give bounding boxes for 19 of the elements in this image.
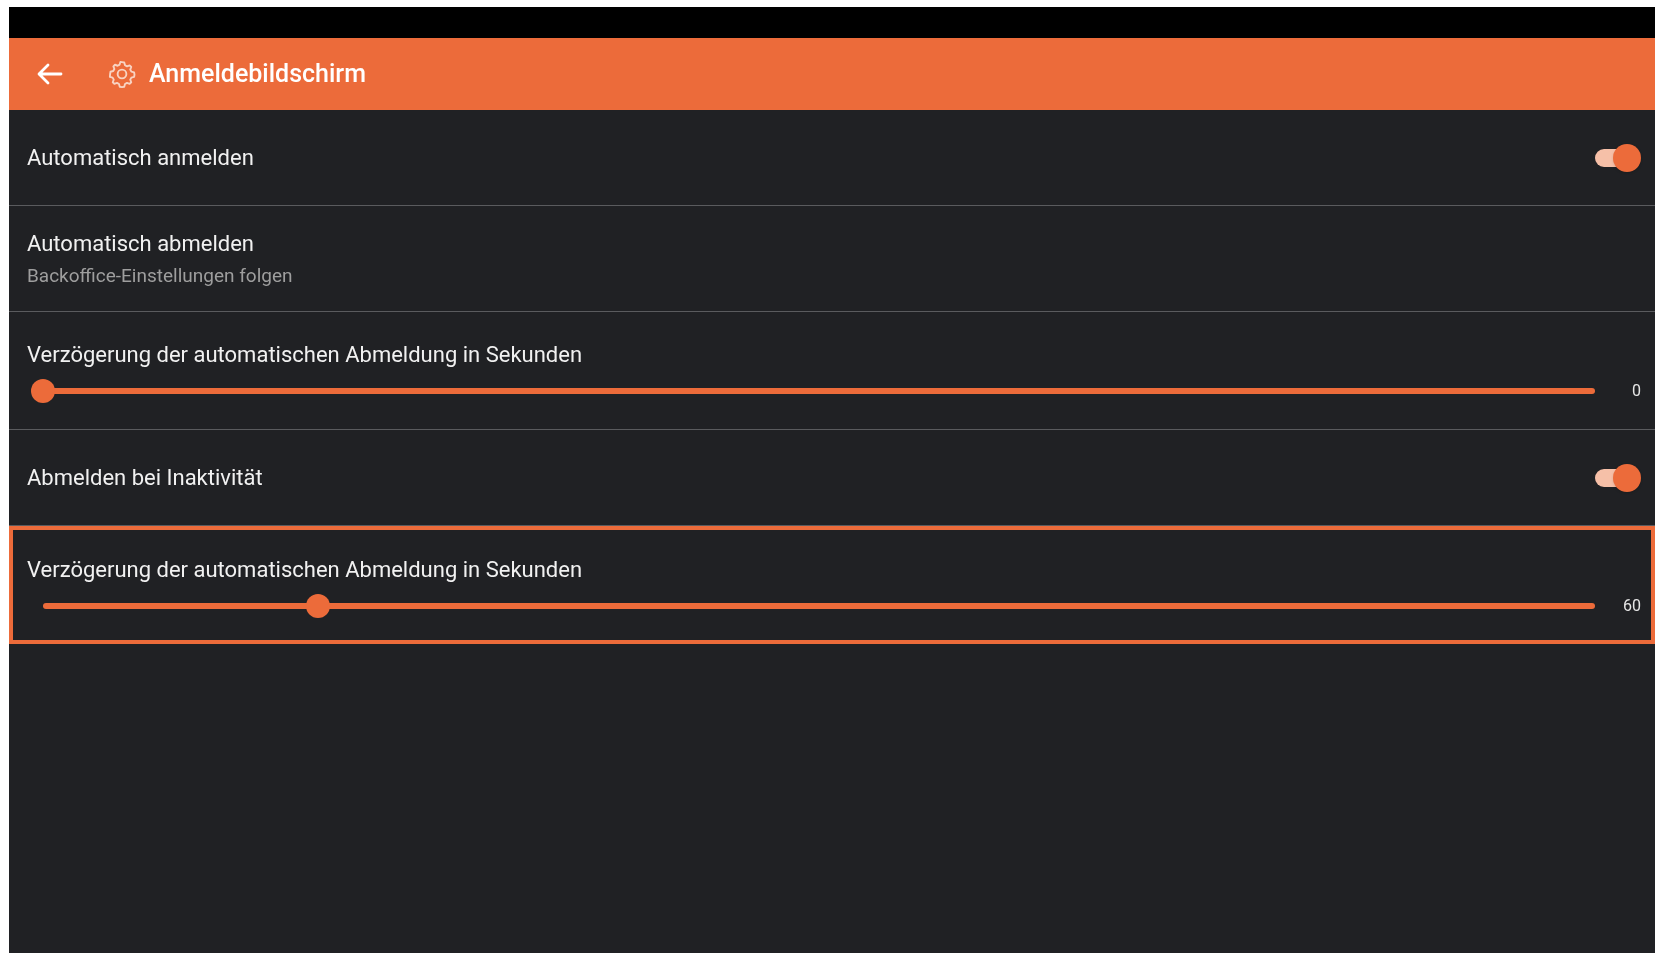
setting-row[interactable]: Verzögerung der automatischen Abmeldung in Sekunden 60 [9,526,1655,644]
setting-summary: Backoffice-Einstellungen folgen [27,262,294,289]
slider-value: 60 [1622,594,1641,617]
setting-row[interactable]: Verzögerung der automatischen Abmeldung in Sekunden 0 [9,312,1655,430]
setting-label: Verzögerung der automatischen Abmeldung in Sekunden [27,555,584,584]
setting-row[interactable]: Automatisch abmelden Backoffice-Einstellungen folgen [9,206,1655,312]
toggle-switch[interactable] [1593,463,1641,492]
setting-row[interactable]: Abmelden bei Inaktivität [9,430,1655,526]
setting-label: Abmelden bei Inaktivität [27,464,263,492]
gear-icon [107,59,137,89]
setting-label: Automatisch anmelden [27,144,254,172]
back-arrow-icon[interactable] [37,63,63,85]
setting-row[interactable]: Automatisch anmelden [9,110,1655,206]
setting-label: Verzögerung der automatischen Abmeldung in Sekunden [27,341,584,369]
screen-title: Anmeldebildschirm [149,58,366,91]
toggle-switch[interactable] [1593,143,1641,172]
slider-thumb[interactable] [31,379,55,403]
setting-label: Automatisch abmelden [27,229,255,258]
slider-value: 0 [1631,380,1641,402]
